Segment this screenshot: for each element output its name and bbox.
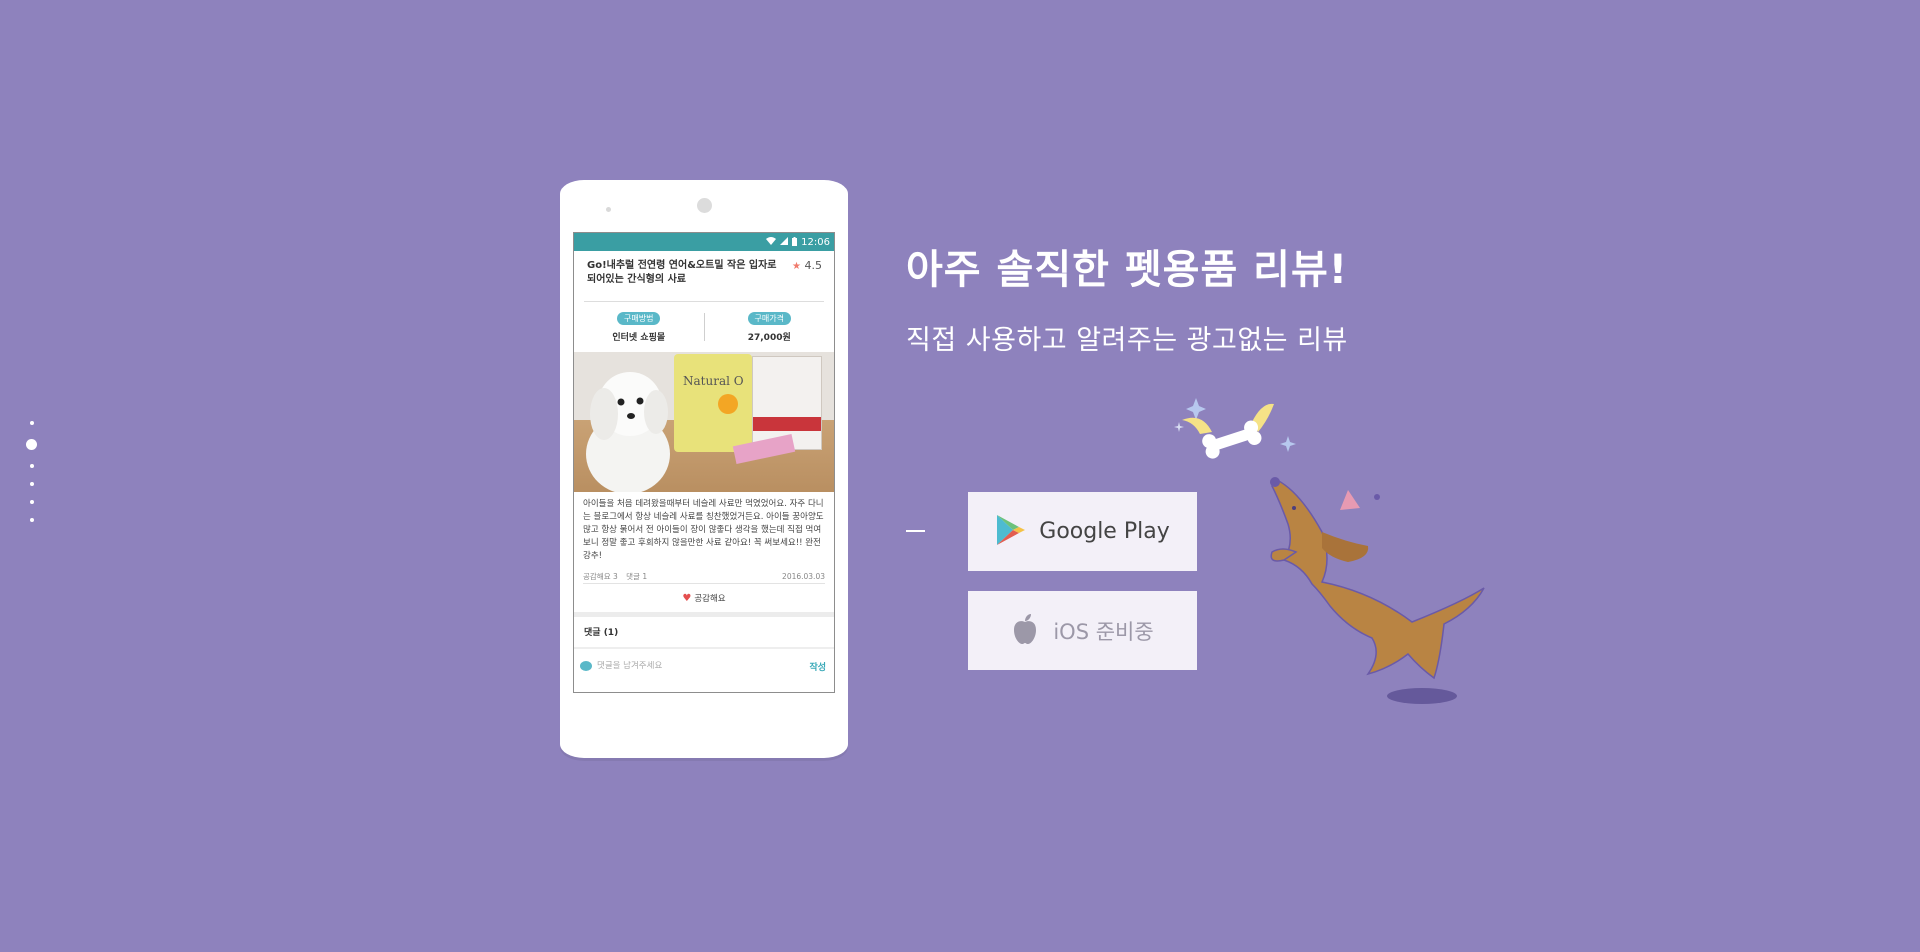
ios-label: iOS 준비중 bbox=[1053, 619, 1154, 644]
google-play-button[interactable]: Google Play bbox=[968, 492, 1197, 571]
review-body: 아이들을 처음 데려왔을때부터 네슬레 사료만 먹였었어요. 자주 다니는 블로… bbox=[583, 499, 824, 561]
party-hat-icon bbox=[1340, 490, 1360, 510]
dog-ear bbox=[1322, 532, 1369, 562]
dog-eye bbox=[1292, 506, 1296, 510]
purchase-price: 구매가격 27,000원 bbox=[705, 311, 835, 343]
food-bag: Natural O bbox=[674, 354, 752, 452]
bag-brand: Natural O bbox=[683, 374, 744, 388]
sparkle-icon bbox=[1186, 398, 1206, 420]
signal-icon bbox=[780, 237, 789, 247]
sparkle-icon bbox=[1280, 436, 1296, 452]
apple-icon bbox=[1011, 613, 1039, 648]
maltese-dog-illustration bbox=[586, 372, 670, 492]
decorative-dash bbox=[906, 530, 925, 532]
bone-icon bbox=[1202, 420, 1262, 459]
review-header: Go!내추럴 전연령 연어&오트밀 작은 입자로 되어있는 간식형의 사료 ★ … bbox=[574, 251, 834, 301]
review-counts: 공감해요 3 댓글 1 bbox=[583, 571, 653, 582]
bag-badge bbox=[718, 394, 738, 414]
page-title: 아주 솔직한 펫용품 리뷰! bbox=[906, 247, 1349, 293]
pagination-dot[interactable] bbox=[29, 464, 34, 468]
dog-with-bone-illustration bbox=[1174, 398, 1485, 704]
dog-nose bbox=[1270, 477, 1280, 487]
star-icon: ★ bbox=[792, 261, 801, 272]
review-rating: ★ 4.5 bbox=[792, 259, 822, 272]
comment-input[interactable] bbox=[597, 661, 810, 671]
dog-body bbox=[1271, 479, 1485, 680]
comment-icon bbox=[580, 661, 592, 671]
page-subtitle: 직접 사용하고 알려주는 광고없는 리뷰 bbox=[906, 325, 1348, 356]
review-meta: 공감해요 3 댓글 1 2016.03.03 bbox=[574, 569, 834, 583]
google-play-icon bbox=[995, 514, 1026, 549]
rating-value: 4.5 bbox=[804, 259, 823, 272]
wifi-icon bbox=[766, 237, 777, 247]
status-time: 12:06 bbox=[801, 236, 830, 248]
comments-count: 댓글 1 bbox=[626, 571, 648, 581]
pagination-dots bbox=[26, 421, 37, 522]
phone-speaker bbox=[606, 207, 611, 212]
heart-icon: ♥ bbox=[682, 592, 692, 604]
phone-screen: 12:06 Go!내추럴 전연령 연어&오트밀 작은 입자로 되어있는 간식형의… bbox=[573, 232, 835, 693]
purchase-method: 구매방법 인터넷 쇼핑몰 bbox=[574, 311, 704, 343]
pagination-dot[interactable] bbox=[29, 500, 34, 504]
like-button-label: 공감해요 bbox=[694, 594, 726, 604]
review-title: Go!내추럴 전연령 연어&오트밀 작은 입자로 되어있는 간식형의 사료 bbox=[587, 260, 777, 285]
submit-comment-button[interactable]: 작성 bbox=[809, 660, 826, 673]
status-bar: 12:06 bbox=[574, 233, 834, 251]
comment-bar: 작성 bbox=[574, 649, 834, 683]
phone-camera bbox=[697, 198, 712, 213]
battery-icon bbox=[792, 236, 798, 248]
wing-icon bbox=[1182, 417, 1212, 434]
pagination-dot[interactable] bbox=[29, 421, 34, 425]
purchase-price-value: 27,000원 bbox=[747, 332, 791, 343]
purchase-method-value: 인터넷 쇼핑몰 bbox=[612, 332, 666, 343]
pagination-dot[interactable] bbox=[29, 482, 34, 486]
pagination-dot[interactable] bbox=[29, 518, 34, 522]
box-strip bbox=[753, 417, 821, 431]
like-button[interactable]: ♥ 공감해요 bbox=[574, 584, 834, 612]
review-date: 2016.03.03 bbox=[782, 571, 825, 581]
pagination-dot-active[interactable] bbox=[26, 439, 37, 450]
likes-count: 공감해요 3 bbox=[583, 571, 618, 581]
dog-shadow bbox=[1387, 688, 1457, 704]
purchase-price-label: 구매가격 bbox=[747, 311, 791, 325]
review-photo: Natural O bbox=[574, 352, 834, 492]
purchase-method-label: 구매방법 bbox=[617, 311, 661, 325]
google-play-label: Google Play bbox=[1039, 519, 1170, 544]
ios-button[interactable]: iOS 준비중 bbox=[968, 591, 1197, 670]
hat-pompom bbox=[1374, 494, 1380, 500]
comments-title: 댓글 (1) bbox=[584, 628, 619, 638]
purchase-info: 구매방법 인터넷 쇼핑몰 구매가격 27,000원 bbox=[574, 302, 834, 352]
phone-mockup: 12:06 Go!내추럴 전연령 연어&오트밀 작은 입자로 되어있는 간식형의… bbox=[560, 180, 848, 758]
sparkle-icon bbox=[1174, 422, 1184, 432]
